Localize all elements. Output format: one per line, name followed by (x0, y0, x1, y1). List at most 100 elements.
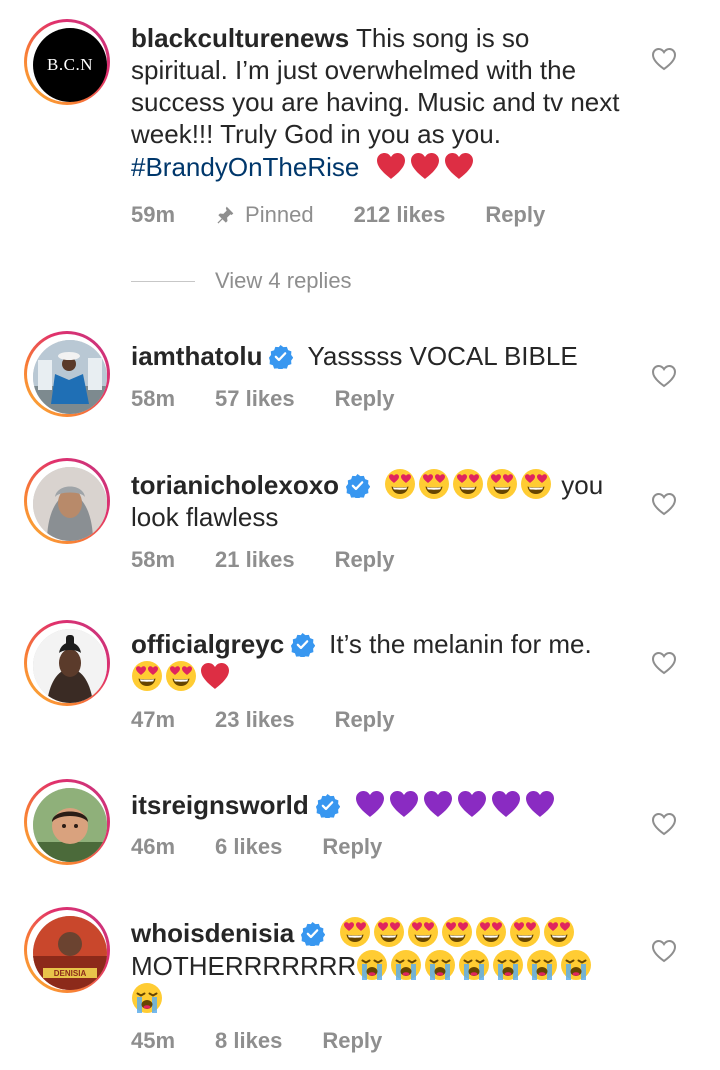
verified-badge-icon (268, 344, 293, 369)
verified-badge-icon (300, 921, 325, 946)
avatar[interactable] (24, 779, 110, 865)
avatar-photo (33, 629, 107, 703)
reply-button[interactable]: Reply (322, 1028, 382, 1054)
crying-emoji (560, 949, 592, 981)
avatar[interactable] (24, 620, 110, 706)
purple-heart-emoji (388, 788, 420, 820)
red-heart-emoji (443, 150, 475, 182)
avatar-photo: DENISIA (33, 916, 107, 990)
heart-eyes-emoji (373, 916, 405, 948)
timestamp: 47m (131, 707, 176, 732)
comment-body: you (561, 470, 604, 500)
red-heart-emoji (375, 150, 407, 182)
comment-text: itsreignsworld (131, 788, 631, 821)
username[interactable]: iamthatolu (131, 341, 262, 371)
reply-button[interactable]: Reply (335, 547, 395, 573)
hashtag-link[interactable]: #BrandyOnTheRise (131, 152, 359, 182)
heart-outline-icon[interactable] (651, 812, 677, 836)
comment-meta: 58m 21 likes Reply (131, 545, 434, 575)
timestamp: 45m (131, 1028, 176, 1053)
username[interactable]: itsreignsworld (131, 790, 309, 820)
pin-icon (217, 206, 234, 224)
purple-heart-emoji (422, 788, 454, 820)
view-replies-button[interactable]: View 4 replies (131, 268, 352, 294)
heart-eyes-emoji (509, 916, 541, 948)
crying-emoji (458, 949, 490, 981)
heart-outline-icon[interactable] (651, 651, 677, 675)
view-replies-label[interactable]: View 4 replies (215, 268, 352, 294)
crying-emoji (492, 949, 524, 981)
avatar-bcn-logo: B.C.N (33, 28, 107, 102)
crying-emoji (390, 949, 422, 981)
likes-count[interactable]: 8 likes (215, 1028, 282, 1054)
heart-outline-icon[interactable] (651, 47, 677, 71)
comment-meta: 58m 57 likes Reply (131, 384, 434, 414)
comment-text: blackculturenews This song is so spiritu… (131, 22, 631, 183)
heart-eyes-emoji (339, 916, 371, 948)
purple-heart-emoji (354, 788, 386, 820)
heart-outline-icon[interactable] (651, 492, 677, 516)
avatar[interactable]: B.C.N (24, 19, 110, 105)
heart-outline-icon[interactable] (651, 939, 677, 963)
avatar[interactable] (24, 331, 110, 417)
heart-eyes-emoji (407, 916, 439, 948)
likes-count[interactable]: 23 likes (215, 707, 295, 733)
reply-button[interactable]: Reply (335, 386, 395, 412)
purple-heart-emoji (456, 788, 488, 820)
heart-eyes-emoji (131, 660, 163, 692)
reply-button[interactable]: Reply (335, 707, 395, 733)
svg-text:DENISIA: DENISIA (54, 969, 87, 978)
heart-eyes-emoji (520, 468, 552, 500)
heart-eyes-emoji (475, 916, 507, 948)
verified-badge-icon (290, 632, 315, 657)
likes-count[interactable]: 57 likes (215, 386, 295, 412)
likes-count[interactable]: 21 likes (215, 547, 295, 573)
comment-meta: 47m 23 likes Reply (131, 705, 434, 735)
heart-eyes-emoji (384, 468, 416, 500)
heart-eyes-emoji (543, 916, 575, 948)
crying-emoji (131, 982, 163, 1014)
purple-heart-emoji (524, 788, 556, 820)
pinned-label: Pinned (245, 202, 314, 227)
pinned-indicator: Pinned (215, 202, 314, 228)
comment-body-line2: look flawless (131, 502, 279, 532)
likes-count[interactable]: 6 likes (215, 834, 282, 860)
comment-body: Yasssss VOCAL BIBLE (307, 341, 578, 371)
comment-text: iamthatolu Yasssss VOCAL BIBLE (131, 340, 631, 372)
crying-emoji (356, 949, 388, 981)
username[interactable]: whoisdenisia (131, 918, 294, 948)
comment-meta: 46m 6 likes Reply (131, 832, 422, 862)
heart-eyes-emoji (418, 468, 450, 500)
username[interactable]: torianicholexoxo (131, 470, 339, 500)
comment-meta: 45m 8 likes Reply (131, 1026, 422, 1056)
comment-text: torianicholexoxo you look flawless (131, 468, 631, 533)
heart-eyes-emoji (452, 468, 484, 500)
heart-outline-icon[interactable] (651, 364, 677, 388)
verified-badge-icon (345, 473, 370, 498)
comment-text: officialgreyc It’s the melanin for me. (131, 628, 631, 693)
avatar[interactable]: DENISIA (24, 907, 110, 993)
comment-body: It’s the melanin for me. (329, 629, 592, 659)
crying-emoji (424, 949, 456, 981)
timestamp: 58m (131, 386, 176, 411)
username[interactable]: officialgreyc (131, 629, 284, 659)
likes-count[interactable]: 212 likes (354, 202, 446, 228)
heart-eyes-emoji (441, 916, 473, 948)
avatar-photo (33, 340, 107, 414)
timestamp: 46m (131, 834, 176, 859)
comment-meta: 59m Pinned 212 likes Reply (131, 200, 585, 230)
heart-eyes-emoji (486, 468, 518, 500)
timestamp: 58m (131, 547, 176, 572)
reply-button[interactable]: Reply (322, 834, 382, 860)
comment-text: whoisdenisia MOTHERRRRRRR (131, 916, 631, 1015)
heart-eyes-emoji (165, 660, 197, 692)
red-heart-emoji (199, 660, 231, 692)
username[interactable]: blackculturenews (131, 23, 349, 53)
timestamp: 59m (131, 202, 176, 227)
crying-emoji (526, 949, 558, 981)
avatar-photo (33, 788, 107, 862)
reply-button[interactable]: Reply (485, 202, 545, 228)
replies-divider (131, 280, 195, 282)
comment-body: MOTHERRRRRRR (131, 951, 357, 981)
avatar[interactable] (24, 458, 110, 544)
